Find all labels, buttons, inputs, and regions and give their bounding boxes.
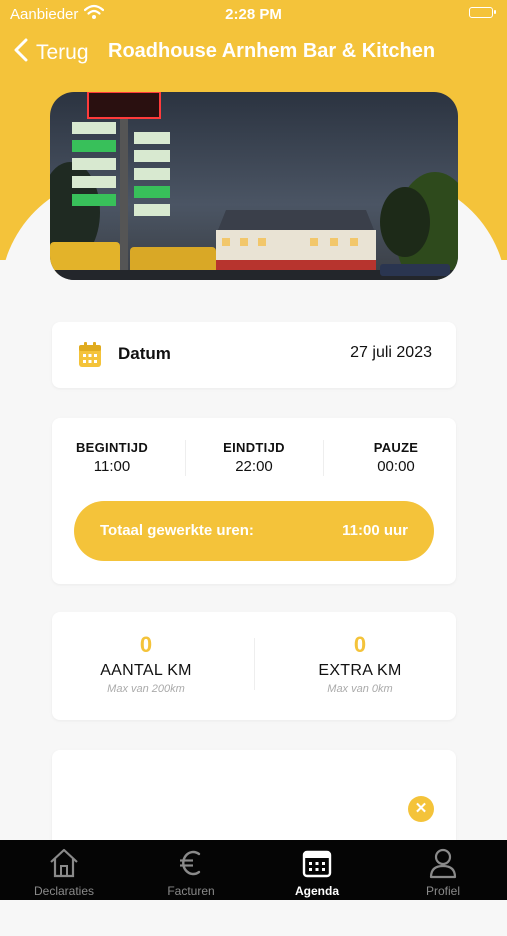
end-time-value: 22:00 (235, 458, 273, 475)
distance-km[interactable]: 0 AANTAL KM Max van 200km (46, 632, 246, 695)
home-icon (50, 848, 78, 878)
km-card: 0 AANTAL KM Max van 200km 0 EXTRA KM Max… (52, 612, 456, 720)
extra-km-max: Max van 0km (327, 683, 393, 695)
divider (323, 440, 324, 476)
tab-label: Facturen (167, 884, 215, 898)
divider (254, 638, 255, 690)
start-time-value: 11:00 (93, 458, 131, 475)
venue-photo (50, 92, 458, 280)
navigation-bar: Terug Roadhouse Arnhem Bar & Kitchen (0, 36, 507, 70)
calendar-icon (78, 342, 102, 373)
extra-km-value: 0 (353, 632, 367, 657)
times-card: BEGINTIJD 11:00 EINDTIJD 22:00 PAUZE 00:… (52, 418, 456, 584)
back-label: Terug (36, 40, 89, 64)
status-time: 2:28 PM (225, 6, 282, 23)
break-time[interactable]: PAUZE 00:00 (331, 440, 461, 475)
calendar-icon (302, 850, 332, 878)
close-icon[interactable]: ✕ (408, 796, 434, 822)
status-bar: Aanbieder 2:28 PM (0, 0, 507, 28)
date-card: Datum 27 juli 2023 (52, 322, 456, 388)
euro-icon (180, 850, 201, 876)
tab-agenda[interactable]: Agenda (254, 840, 380, 900)
total-hours-pill[interactable]: Totaal gewerkte uren: 11:00 uur (74, 501, 434, 561)
distance-km-label: AANTAL KM (100, 662, 192, 679)
page-title: Roadhouse Arnhem Bar & Kitchen (108, 40, 436, 62)
attachment-card: ✕ (52, 750, 456, 850)
battery-icon (469, 7, 496, 18)
end-time[interactable]: EINDTIJD 22:00 (189, 440, 319, 475)
distance-km-value: 0 (139, 632, 153, 657)
distance-km-max: Max van 200km (107, 683, 185, 695)
back-button[interactable]: Terug (14, 38, 89, 67)
break-time-label: PAUZE (373, 440, 419, 455)
extra-km[interactable]: 0 EXTRA KM Max van 0km (260, 632, 460, 695)
divider (185, 440, 186, 476)
tab-facturen[interactable]: Facturen (128, 840, 254, 900)
start-time-label: BEGINTIJD (75, 440, 149, 455)
break-time-value: 00:00 (377, 458, 415, 475)
total-hours-label: Totaal gewerkte uren: (100, 522, 254, 539)
tab-label: Declaraties (33, 884, 95, 898)
date-label: Datum (118, 344, 171, 363)
tab-label: Profiel (425, 884, 460, 898)
tab-declaraties[interactable]: Declaraties (1, 840, 127, 900)
tab-label: Agenda (294, 884, 339, 898)
tab-bar: Declaraties Facturen Agenda Profiel (0, 840, 507, 900)
extra-km-label: EXTRA KM (318, 662, 402, 679)
end-time-label: EINDTIJD (223, 440, 285, 455)
total-hours-value: 11:00 uur (342, 522, 408, 539)
tab-profiel[interactable]: Profiel (380, 840, 506, 900)
date-value[interactable]: 27 juli 2023 (350, 344, 432, 362)
start-time[interactable]: BEGINTIJD 11:00 (47, 440, 177, 475)
person-icon (429, 848, 457, 879)
chevron-left-icon (14, 38, 28, 67)
